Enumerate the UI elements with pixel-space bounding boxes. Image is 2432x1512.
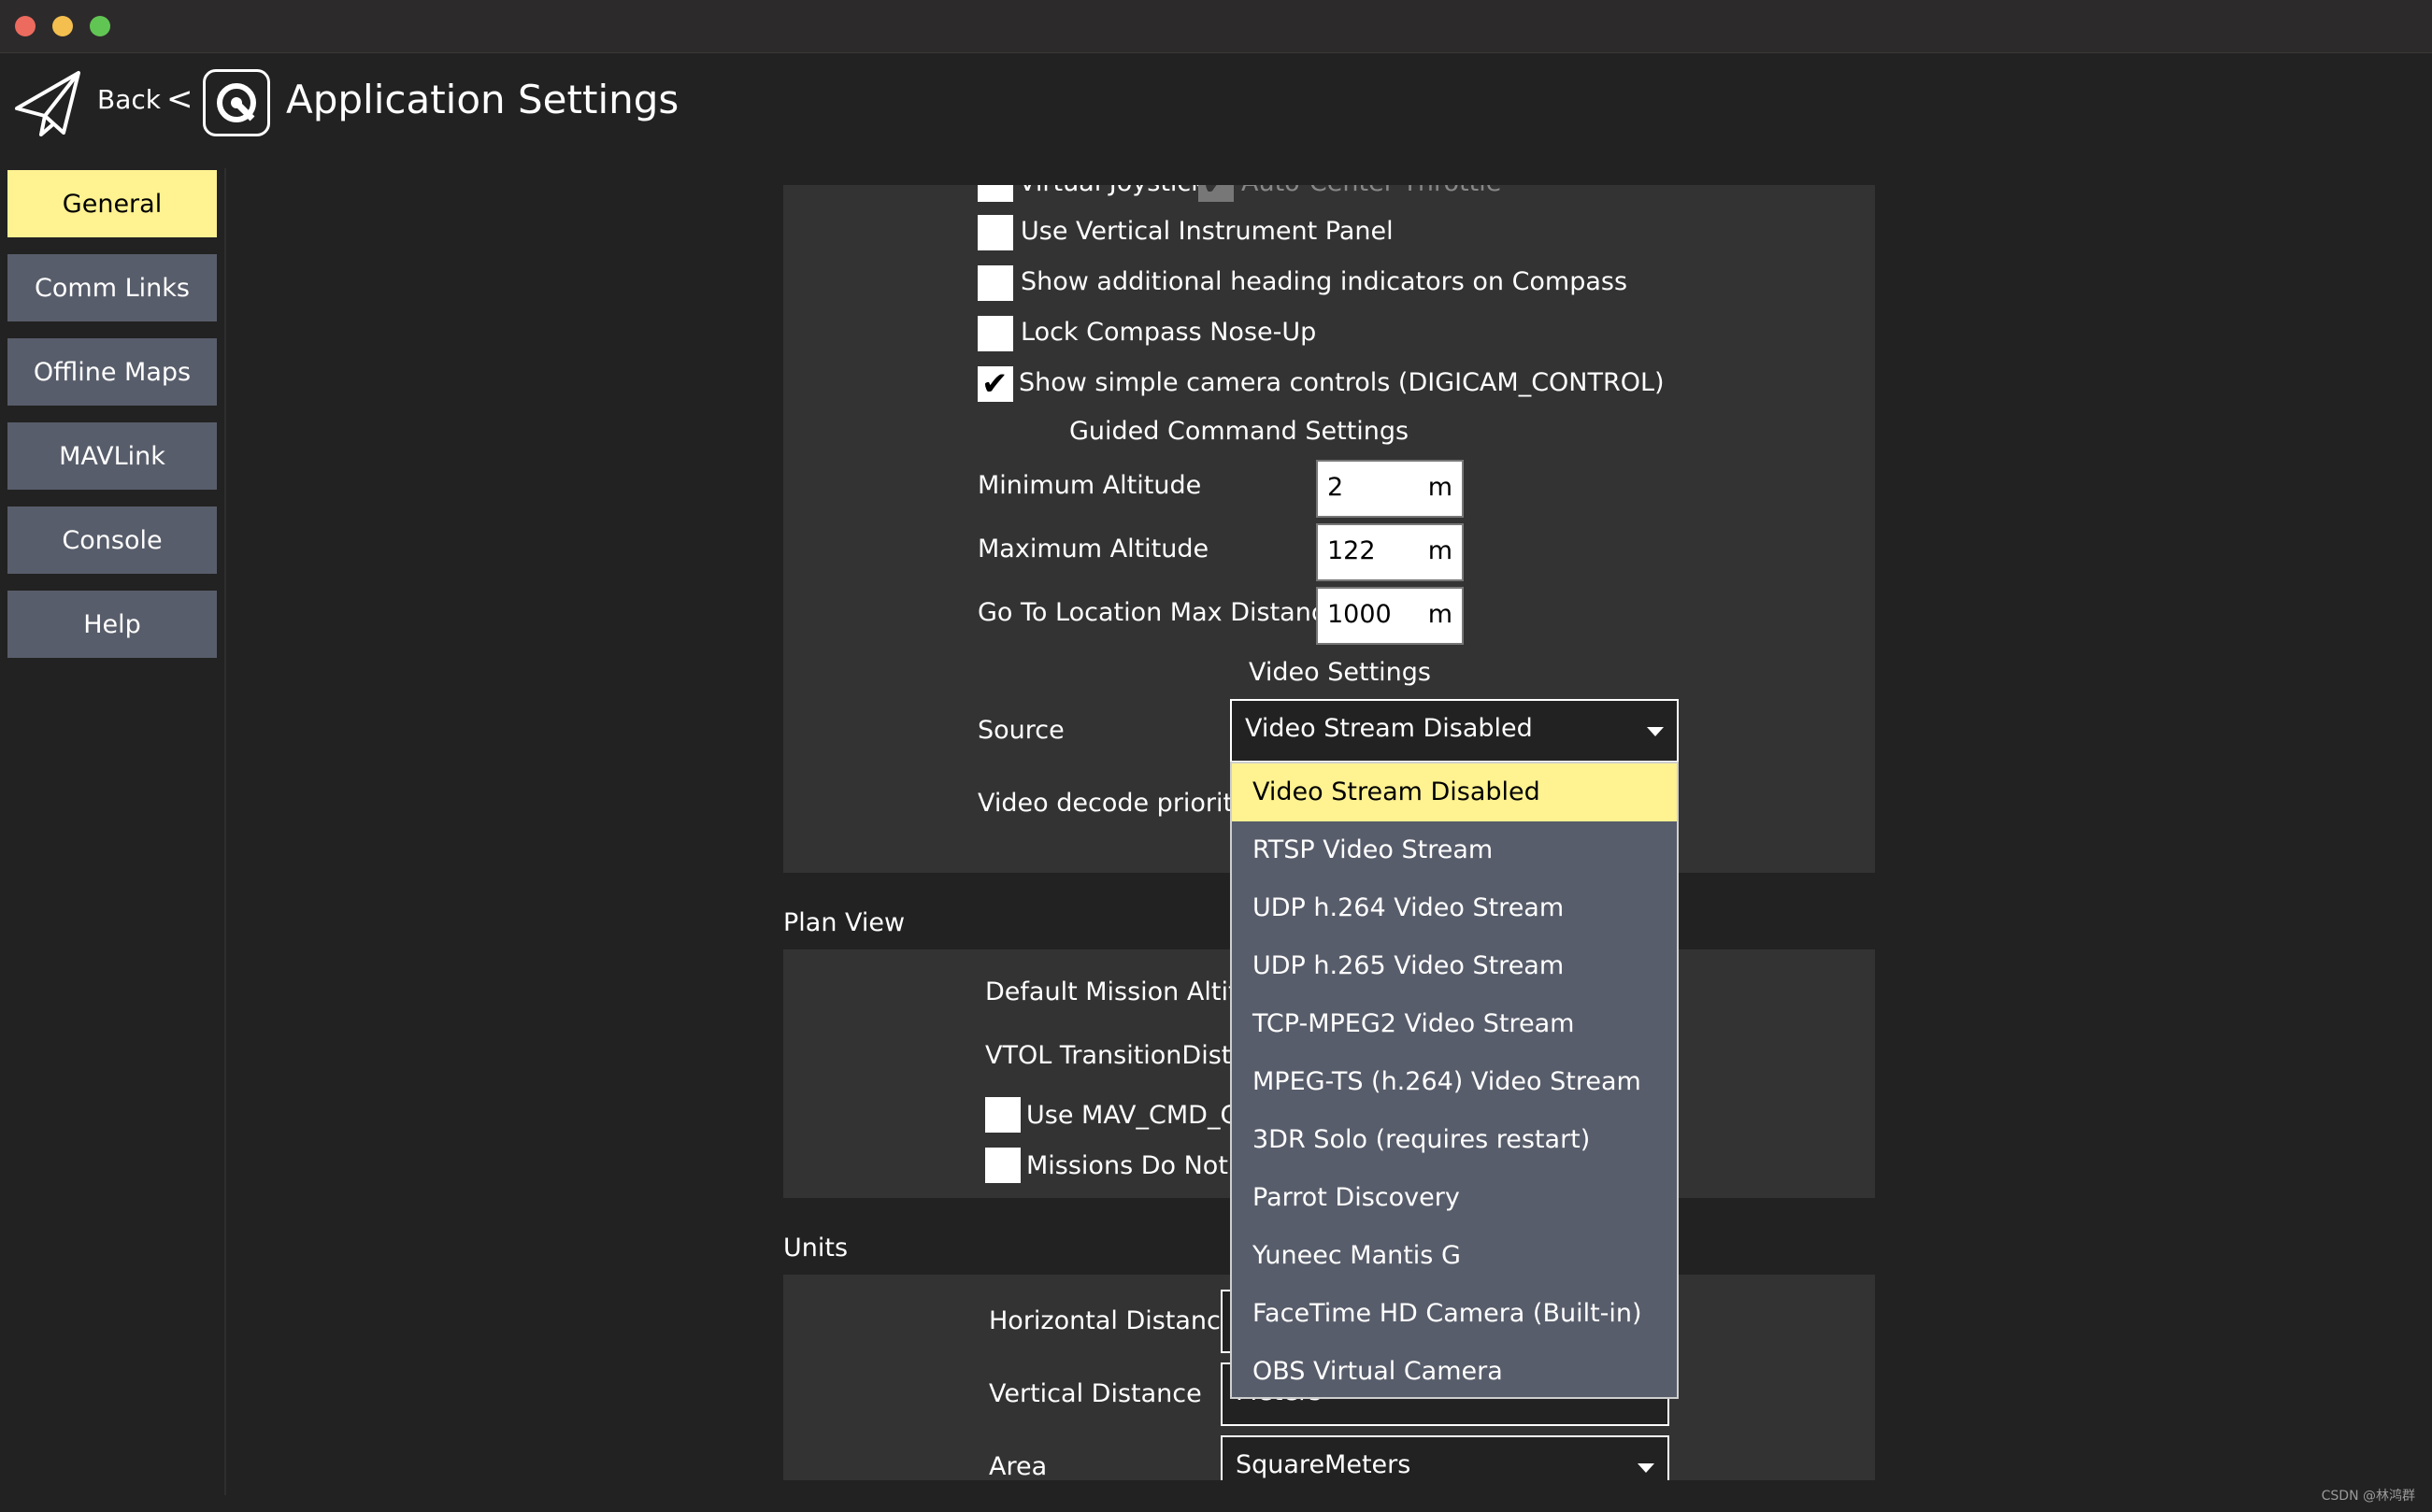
dropdown-option-mpeg-ts[interactable]: MPEG-TS (h.264) Video Stream xyxy=(1232,1053,1677,1111)
heading-indicators-checkbox[interactable] xyxy=(978,265,1013,301)
dropdown-option-3dr-solo[interactable]: 3DR Solo (requires restart) xyxy=(1232,1111,1677,1169)
maximum-altitude-input[interactable]: 122 m xyxy=(1316,523,1464,581)
zoom-window-button[interactable] xyxy=(90,16,110,36)
paper-plane-icon[interactable] xyxy=(13,67,84,138)
video-source-dropdown-list: Video Stream Disabled RTSP Video Stream … xyxy=(1230,762,1679,1399)
virtual-joystick-checkbox[interactable] xyxy=(978,185,1013,202)
close-window-button[interactable] xyxy=(15,16,36,36)
camera-controls-label: Show simple camera controls (DIGICAM_CON… xyxy=(1019,368,1665,397)
source-label: Source xyxy=(978,716,1065,745)
goto-max-distance-input[interactable]: 1000 m xyxy=(1316,587,1464,645)
checkmark-icon: ✔ xyxy=(981,365,1009,403)
area-label: Area xyxy=(989,1452,1048,1480)
lock-compass-label: Lock Compass Nose-Up xyxy=(1021,318,1317,347)
page-title: Application Settings xyxy=(286,77,680,122)
virtual-joystick-label: Virtual Joystick xyxy=(1019,185,1206,197)
lock-compass-checkbox[interactable] xyxy=(978,316,1013,351)
camera-controls-checkbox[interactable]: ✔ xyxy=(978,366,1013,402)
dropdown-option-rtsp[interactable]: RTSP Video Stream xyxy=(1232,821,1677,879)
minimum-altitude-label: Minimum Altitude xyxy=(978,471,1202,500)
video-source-combobox[interactable]: Video Stream Disabled xyxy=(1230,699,1679,763)
goto-max-distance-value: 1000 xyxy=(1327,600,1392,629)
dropdown-option-video-stream-disabled[interactable]: Video Stream Disabled xyxy=(1232,763,1677,821)
video-settings-title: Video Settings xyxy=(1249,658,1431,687)
qgc-logo-icon xyxy=(203,69,270,136)
sidebar-item-general[interactable]: General xyxy=(7,170,217,237)
sidebar-item-offline-maps[interactable]: Offline Maps xyxy=(7,338,217,406)
area-value: SquareMeters xyxy=(1236,1450,1411,1479)
minimize-window-button[interactable] xyxy=(52,16,73,36)
sidebar-item-console[interactable]: Console xyxy=(7,506,217,574)
sidebar-item-help[interactable]: Help xyxy=(7,591,217,658)
watermark: CSDN @林鸿群 xyxy=(2321,1489,2415,1504)
dropdown-option-obs-virtual-camera[interactable]: OBS Virtual Camera xyxy=(1232,1343,1677,1401)
use-condition-gate-checkbox[interactable] xyxy=(985,1097,1021,1133)
area-combobox[interactable]: SquareMeters xyxy=(1221,1435,1669,1480)
dropdown-option-parrot-discovery[interactable]: Parrot Discovery xyxy=(1232,1169,1677,1227)
sidebar-item-comm-links[interactable]: Comm Links xyxy=(7,254,217,321)
units-title: Units xyxy=(783,1234,849,1262)
sidebar-divider xyxy=(224,168,226,1495)
dropdown-option-yuneec-mantis-g[interactable]: Yuneec Mantis G xyxy=(1232,1227,1677,1285)
vertical-distance-label: Vertical Distance xyxy=(989,1379,1202,1408)
missions-no-takeoff-checkbox[interactable] xyxy=(985,1148,1021,1183)
plan-view-title: Plan View xyxy=(783,908,906,937)
back-button[interactable]: Back xyxy=(97,84,161,115)
chevron-down-icon xyxy=(1638,1463,1654,1473)
maximum-altitude-label: Maximum Altitude xyxy=(978,535,1209,563)
dropdown-option-udp-h264[interactable]: UDP h.264 Video Stream xyxy=(1232,879,1677,937)
vertical-instrument-panel-label: Use Vertical Instrument Panel xyxy=(1021,217,1394,246)
goto-max-distance-label: Go To Location Max Distance xyxy=(978,598,1341,627)
video-decode-priority-label: Video decode priority xyxy=(978,789,1249,818)
minimum-altitude-unit: m xyxy=(1427,473,1452,502)
maximum-altitude-unit: m xyxy=(1427,536,1452,565)
auto-center-throttle-checkbox[interactable]: ✔ xyxy=(1198,185,1234,202)
breadcrumb-chevron: < xyxy=(166,80,193,118)
vertical-instrument-panel-checkbox[interactable] xyxy=(978,215,1013,250)
dropdown-option-facetime-hd[interactable]: FaceTime HD Camera (Built-in) xyxy=(1232,1285,1677,1343)
auto-center-throttle-label: Auto-Center Throttle xyxy=(1241,185,1501,197)
video-source-value: Video Stream Disabled xyxy=(1245,714,1533,743)
dropdown-option-udp-h265[interactable]: UDP h.265 Video Stream xyxy=(1232,937,1677,995)
heading-indicators-label: Show additional heading indicators on Co… xyxy=(1021,267,1628,296)
goto-max-distance-unit: m xyxy=(1427,600,1452,629)
minimum-altitude-input[interactable]: 2 m xyxy=(1316,460,1464,518)
maximum-altitude-value: 122 xyxy=(1327,536,1376,565)
horizontal-distance-label: Horizontal Distance xyxy=(989,1306,1237,1335)
checkmark-icon: ✔ xyxy=(1202,185,1229,202)
window-titlebar xyxy=(0,0,2432,53)
minimum-altitude-value: 2 xyxy=(1327,473,1344,502)
dropdown-option-tcp-mpeg2[interactable]: TCP-MPEG2 Video Stream xyxy=(1232,995,1677,1053)
sidebar-item-mavlink[interactable]: MAVLink xyxy=(7,422,217,490)
guided-command-settings-title: Guided Command Settings xyxy=(1069,417,1409,446)
chevron-down-icon xyxy=(1647,727,1664,736)
